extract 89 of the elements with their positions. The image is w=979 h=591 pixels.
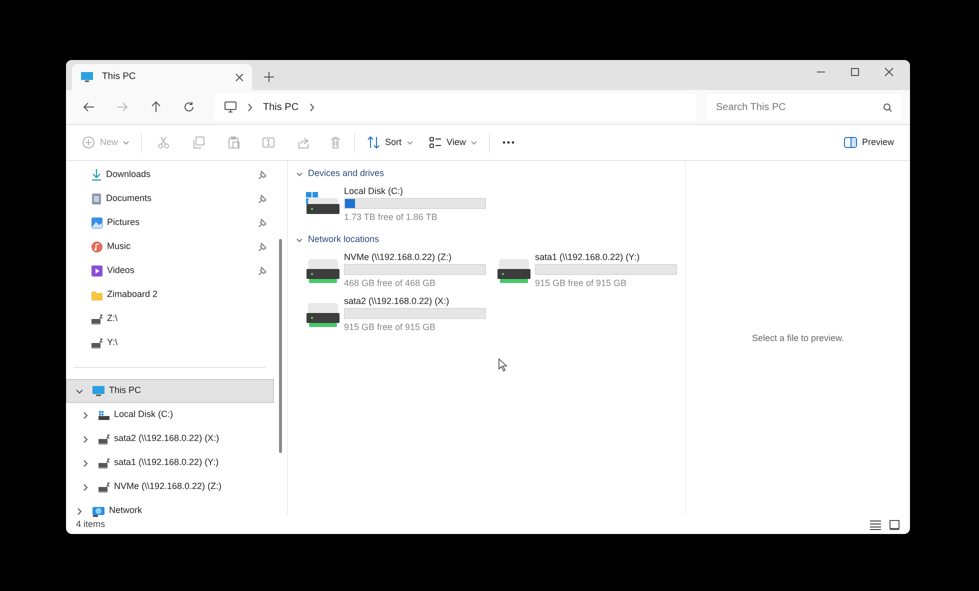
up-arrow-icon[interactable] [150, 101, 162, 113]
sidebar-item[interactable]: Z:\ [66, 307, 274, 331]
chevron-down-icon [296, 170, 303, 178]
chevron-right-icon[interactable] [247, 102, 253, 112]
tiles-view-icon[interactable] [889, 520, 900, 530]
plus-icon[interactable] [264, 72, 274, 82]
item-count: 4 items [76, 518, 106, 531]
chevron-down-icon[interactable] [75, 386, 84, 396]
tab[interactable]: This PC [72, 64, 252, 90]
back-arrow-icon[interactable] [82, 101, 95, 113]
free-space-label: 915 GB free of 915 GB [535, 277, 628, 289]
section-title: Devices and drives [308, 167, 384, 180]
tree-item[interactable]: sata1 (\\192.168.0.22) (Y:) [66, 451, 274, 475]
document-icon [91, 193, 102, 205]
drive-icon [306, 192, 340, 216]
sidebar-item[interactable]: Documents [66, 187, 274, 211]
drive-name[interactable]: Local Disk (C:) [344, 185, 486, 197]
sidebar-item[interactable]: Music [66, 235, 274, 259]
sort-button[interactable]: Sort [359, 130, 421, 156]
copy-icon [192, 136, 206, 149]
sidebar-item[interactable]: Zimaboard 2 [66, 283, 274, 307]
maximize-icon[interactable] [850, 67, 860, 77]
clipboard-icon [227, 136, 240, 149]
chevron-right-icon[interactable] [81, 410, 90, 420]
preview-pane-icon [844, 137, 857, 148]
free-space-label: 915 GB free of 915 GB [344, 321, 437, 333]
chevron-right-icon[interactable] [308, 102, 315, 112]
share-icon [297, 136, 310, 149]
monitor-icon [92, 385, 105, 397]
view-options-icon [428, 136, 442, 149]
drive-name[interactable]: NVMe (\\192.168.0.22) (Z:) [344, 251, 486, 263]
sidebar-item[interactable]: Pictures [66, 211, 274, 235]
network-icon [92, 505, 105, 517]
section-header[interactable]: Network locations [296, 231, 685, 249]
chevron-right-icon[interactable] [81, 434, 90, 444]
scrollbar-thumb[interactable] [279, 239, 282, 453]
caret-down-icon [406, 140, 413, 144]
drive-name[interactable]: sata1 (\\192.168.0.22) (Y:) [535, 251, 677, 263]
close-icon[interactable] [235, 72, 244, 82]
chevron-right-icon[interactable] [81, 458, 90, 468]
free-space-label: 1.73 TB free of 1.86 TB [344, 211, 438, 223]
sort-icon [367, 136, 380, 149]
tab-title: This PC [102, 70, 137, 84]
refresh-icon[interactable] [183, 101, 196, 113]
network-drive-icon [306, 300, 340, 328]
tree-item[interactable]: Local Disk (C:) [66, 403, 274, 427]
drive-icon [98, 410, 110, 420]
preview-button[interactable]: Preview [836, 130, 902, 156]
caret-down-icon [123, 140, 130, 144]
section-title: Network locations [308, 233, 380, 246]
trash-icon [329, 136, 342, 149]
rename-icon [262, 136, 276, 149]
folder-icon [91, 290, 103, 300]
sidebar-item[interactable]: Y:\ [66, 331, 274, 355]
search-icon [883, 103, 892, 112]
network-drive-icon [98, 458, 110, 468]
video-icon [91, 265, 103, 277]
scissors-icon [157, 136, 170, 149]
download-icon [91, 169, 102, 181]
view-button[interactable]: View [420, 130, 485, 156]
search-field[interactable]: Search This PC [706, 94, 902, 120]
monitor-icon [80, 71, 94, 83]
network-drive-icon [91, 338, 103, 348]
preview-message: Select a file to preview. [752, 332, 844, 345]
network-drive-icon [98, 434, 110, 444]
sidebar-item[interactable]: Downloads [66, 163, 274, 187]
tree-item[interactable]: NVMe (\\192.168.0.22) (Z:) [66, 475, 274, 499]
mouse-pointer-icon [498, 358, 508, 372]
chevron-right-icon[interactable] [81, 482, 90, 492]
chevron-down-icon [296, 236, 303, 244]
details-view-icon[interactable] [870, 520, 881, 530]
plus-circle-icon [82, 136, 95, 149]
section-header[interactable]: Devices and drives [296, 165, 685, 183]
tree-item[interactable]: This PC [66, 379, 274, 403]
sidebar-item[interactable]: Videos [66, 259, 274, 283]
picture-icon [91, 217, 103, 229]
network-drive-icon [91, 314, 103, 324]
drive-name[interactable]: sata2 (\\192.168.0.22) (X:) [344, 295, 486, 307]
network-drive-icon [98, 482, 110, 492]
free-space-label: 468 GB free of 468 GB [344, 277, 437, 289]
caret-down-icon [470, 140, 477, 144]
monitor-icon [224, 101, 237, 113]
close-icon[interactable] [884, 67, 894, 77]
network-drive-icon [306, 256, 340, 284]
breadcrumb-item[interactable]: This PC [263, 100, 299, 114]
chevron-right-icon[interactable] [75, 506, 84, 516]
network-drive-icon [497, 256, 531, 284]
tree-item[interactable]: sata2 (\\192.168.0.22) (X:) [66, 427, 274, 451]
music-icon [91, 241, 103, 253]
